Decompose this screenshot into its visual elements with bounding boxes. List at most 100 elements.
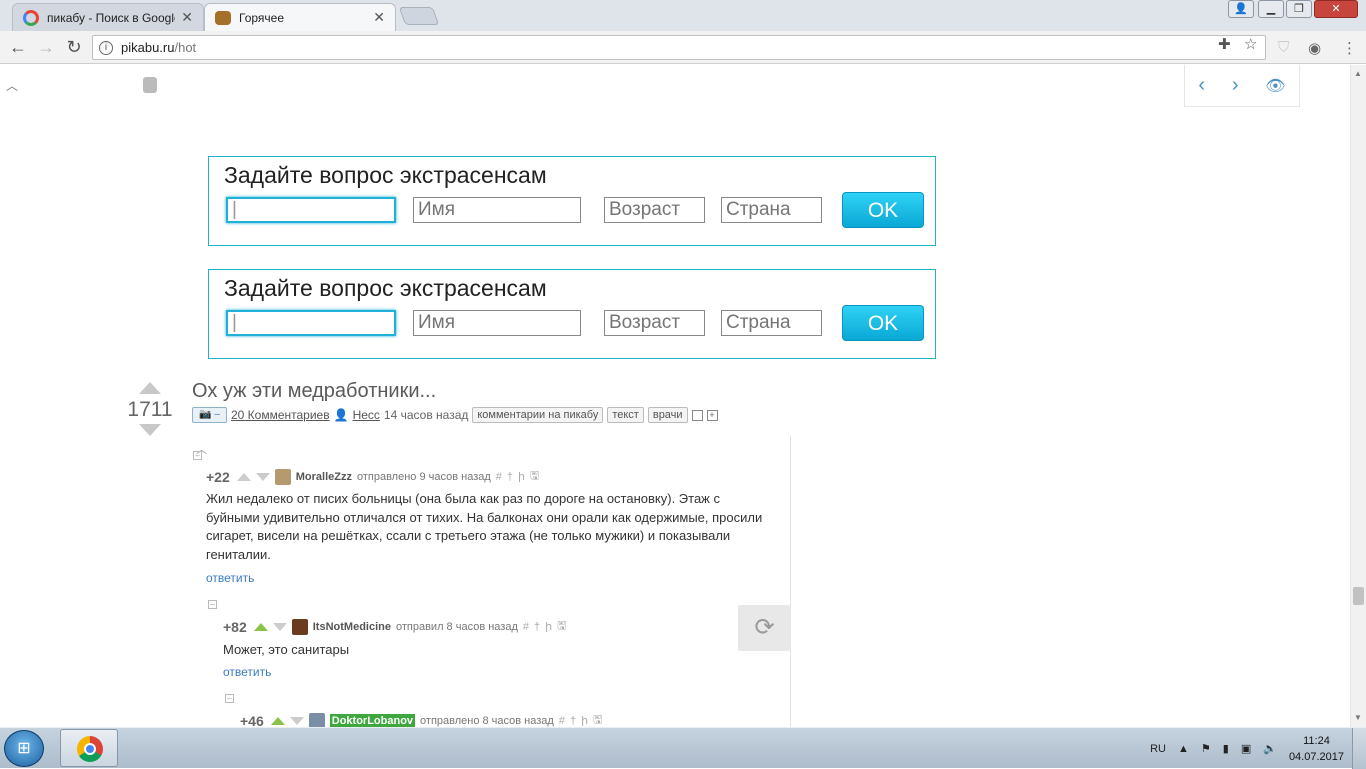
reload-icon[interactable]: ↻ — [62, 36, 86, 58]
downvote-icon[interactable] — [139, 424, 161, 436]
pin-comment-icon[interactable]: † — [570, 715, 576, 727]
tag[interactable]: текст — [607, 407, 644, 423]
back-arrow-icon[interactable]: ← — [6, 36, 30, 58]
comments-link[interactable]: 20 Комментариев — [231, 408, 330, 422]
permalink-icon[interactable]: # — [496, 471, 502, 483]
save-icon[interactable]: 🖫 — [530, 467, 539, 486]
pin-comment-icon[interactable]: † — [507, 471, 513, 483]
tab-pikabu-hot[interactable]: Горячее ✕ — [204, 3, 396, 31]
permalink-icon[interactable]: # — [559, 715, 565, 727]
post-title[interactable]: Ох уж эти медработники... — [192, 380, 436, 403]
network-icon[interactable]: ▮ — [1223, 742, 1229, 755]
age-input[interactable] — [604, 310, 705, 336]
branch-icon[interactable]: ի — [545, 620, 552, 633]
ad-banner[interactable]: Задайте вопрос экстрасенсам OK — [208, 269, 936, 359]
upvote-icon[interactable] — [270, 716, 285, 725]
ok-button[interactable]: OK — [842, 192, 924, 228]
comment-author[interactable]: ItsNotMedicine — [313, 621, 391, 633]
comment-text: Может, это санитары — [223, 642, 350, 657]
avatar[interactable] — [274, 468, 291, 485]
reply-link[interactable]: ответить — [206, 571, 254, 585]
tab-google-search[interactable]: пикабу - Поиск в Google ✕ — [12, 3, 204, 31]
prev-post-icon[interactable]: ‹ — [1198, 74, 1205, 97]
maximize-button[interactable]: ❐ — [1286, 0, 1312, 18]
scroll-down-icon[interactable]: ▼ — [1354, 713, 1362, 722]
age-input[interactable] — [604, 197, 705, 223]
action-center-flag-icon[interactable]: ⚑ — [1201, 742, 1211, 755]
branch-icon[interactable]: ի — [581, 714, 588, 727]
scroll-up-icon[interactable]: ▲ — [1354, 69, 1362, 78]
next-post-icon[interactable]: › — [1232, 74, 1239, 97]
name-input[interactable] — [413, 310, 581, 336]
comment-text: Жил недалеко от писих больницы (она была… — [206, 491, 763, 562]
minimize-button[interactable]: ▁ — [1258, 0, 1284, 18]
scrollbar[interactable]: ▲ ▼ — [1350, 65, 1366, 727]
collapse-toggle-icon[interactable]: – — [208, 600, 217, 609]
pin-comment-icon[interactable]: † — [534, 621, 540, 633]
extension-icon[interactable]: ⛉ — [1278, 39, 1289, 56]
info-icon[interactable]: i — [99, 40, 113, 55]
downvote-icon[interactable] — [255, 472, 270, 481]
device-icon[interactable]: ▣ — [1241, 742, 1251, 755]
name-input[interactable] — [413, 197, 581, 223]
close-tab-icon[interactable]: ✕ — [373, 9, 385, 26]
clock[interactable]: 11:24 04.07.2017 — [1289, 733, 1344, 765]
tab-title: Горячее — [239, 10, 285, 25]
windows-taskbar: ⊞ RU ▲ ⚑ ▮ ▣ 🔈 11:24 04.07.2017 — [0, 727, 1366, 769]
comment-time: отправлено 8 часов назад — [420, 714, 554, 727]
upvote-icon[interactable] — [253, 622, 268, 631]
taskbar-chrome-button[interactable] — [60, 729, 118, 767]
collapse-toggle-icon[interactable]: – — [225, 694, 234, 703]
avatar[interactable] — [291, 618, 308, 635]
save-icon[interactable] — [691, 409, 703, 421]
hide-viewed-eye-icon[interactable]: 👁 — [1265, 76, 1285, 96]
comment-author[interactable]: MoralleZzz — [296, 471, 352, 483]
bookmark-star-icon[interactable]: ☆ — [1244, 35, 1257, 53]
chrome-menu-icon[interactable]: ⋮ — [1342, 39, 1357, 57]
comment-author[interactable]: DoktorLobanov — [329, 713, 416, 727]
question-input[interactable] — [226, 310, 396, 336]
scrollbar-thumb[interactable] — [1353, 587, 1364, 605]
user-profile-button[interactable]: 👤 — [1228, 0, 1254, 18]
page-content: ︿ ‹ › 👁 Задайте вопрос экстрасенсам OK З… — [0, 65, 1350, 727]
tag[interactable]: врачи — [647, 407, 688, 423]
extension-puzzle-icon[interactable]: ✚ — [1218, 35, 1231, 53]
system-tray: RU ▲ ⚑ ▮ ▣ 🔈 11:24 04.07.2017 — [1150, 728, 1344, 769]
avatar[interactable] — [308, 712, 325, 727]
post-navigation: ‹ › 👁 — [1184, 65, 1300, 107]
save-icon[interactable]: 🖫 — [593, 711, 602, 727]
branch-icon[interactable]: ի — [518, 470, 525, 483]
author-link[interactable]: Несс — [353, 408, 380, 422]
new-tab-button[interactable] — [398, 7, 440, 25]
expand-plus-icon[interactable]: + — [706, 409, 718, 421]
upvote-icon[interactable] — [139, 382, 161, 394]
user-icon: 👤 — [333, 408, 349, 422]
show-desktop-button[interactable] — [1352, 728, 1366, 769]
window-close-button[interactable]: ✕ — [1314, 0, 1358, 18]
collapse-toggle-icon[interactable]: – — [193, 451, 202, 460]
downvote-icon[interactable] — [272, 622, 287, 631]
volume-icon[interactable]: 🔈 — [1263, 742, 1277, 755]
tray-expand-icon[interactable]: ▲ — [1178, 743, 1189, 755]
camera-icon[interactable]: 📷 – — [192, 407, 227, 423]
forward-arrow-icon[interactable]: → — [34, 36, 58, 58]
start-button[interactable]: ⊞ — [4, 730, 44, 767]
tag[interactable]: комментарии на пикабу — [472, 407, 604, 423]
save-icon[interactable]: 🖫 — [557, 617, 566, 636]
ok-button[interactable]: OK — [842, 305, 924, 341]
address-bar[interactable]: i pikabu.ru/hot — [92, 35, 1266, 60]
refresh-comments-icon[interactable]: ⟳ — [738, 605, 791, 651]
question-input[interactable] — [226, 197, 396, 223]
close-tab-icon[interactable]: ✕ — [181, 9, 193, 26]
permalink-icon[interactable]: # — [523, 621, 529, 633]
collapse-up-icon[interactable]: ︿ — [6, 77, 18, 94]
upvote-icon[interactable] — [236, 472, 251, 481]
language-indicator[interactable]: RU — [1150, 743, 1166, 755]
country-input[interactable] — [721, 197, 822, 223]
reply-link[interactable]: ответить — [223, 665, 271, 679]
downvote-icon[interactable] — [289, 716, 304, 725]
extension-eye-icon[interactable]: ◉ — [1308, 39, 1321, 57]
ad-banner[interactable]: Задайте вопрос экстрасенсам OK — [208, 156, 936, 246]
pin-icon[interactable] — [143, 77, 157, 93]
country-input[interactable] — [721, 310, 822, 336]
